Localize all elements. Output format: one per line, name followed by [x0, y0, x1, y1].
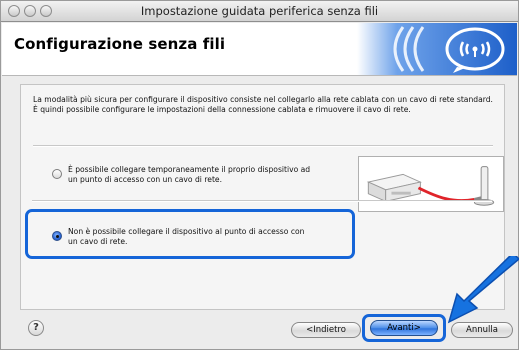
next-button[interactable]: Avanti> [370, 320, 438, 336]
intro-text: La modalità più sicura per configurare i… [33, 95, 493, 114]
option-divider [32, 200, 492, 202]
help-button[interactable]: ? [28, 320, 44, 336]
wizard-header: Configurazione senza fili [2, 23, 517, 76]
pointer-arrow-icon [447, 256, 519, 324]
option-1-line-2: un punto di accesso con un cavo di rete. [68, 174, 223, 184]
radio-temporary-cable[interactable] [52, 169, 62, 179]
option-no-cable-label: Non è possibile collegare il dispositivo… [68, 227, 304, 246]
window-title: Impostazione guidata periferica senza fi… [140, 4, 379, 18]
title-bar[interactable]: Impostazione guidata periferica senza fi… [1, 1, 518, 22]
wireless-signal-icon [357, 23, 517, 75]
option-2-line-2: un cavo di rete. [68, 236, 128, 246]
printer-cable-illustration [358, 156, 504, 212]
option-no-cable[interactable]: Non è possibile collegare il dispositivo… [52, 227, 304, 246]
wizard-window: Impostazione guidata periferica senza fi… [0, 0, 519, 350]
option-temporary-cable[interactable]: È possibile collegare temporaneamente il… [52, 165, 310, 184]
divider [33, 145, 493, 147]
option-1-line-1: È possibile collegare temporaneamente il… [68, 165, 311, 174]
back-button[interactable]: <Indietro [291, 322, 361, 338]
option-2-line-1: Non è possibile collegare il dispositivo… [68, 227, 305, 236]
page-title: Configurazione senza fili [14, 35, 226, 53]
radio-no-cable[interactable] [52, 231, 62, 241]
option-temporary-cable-label: È possibile collegare temporaneamente il… [68, 165, 310, 184]
